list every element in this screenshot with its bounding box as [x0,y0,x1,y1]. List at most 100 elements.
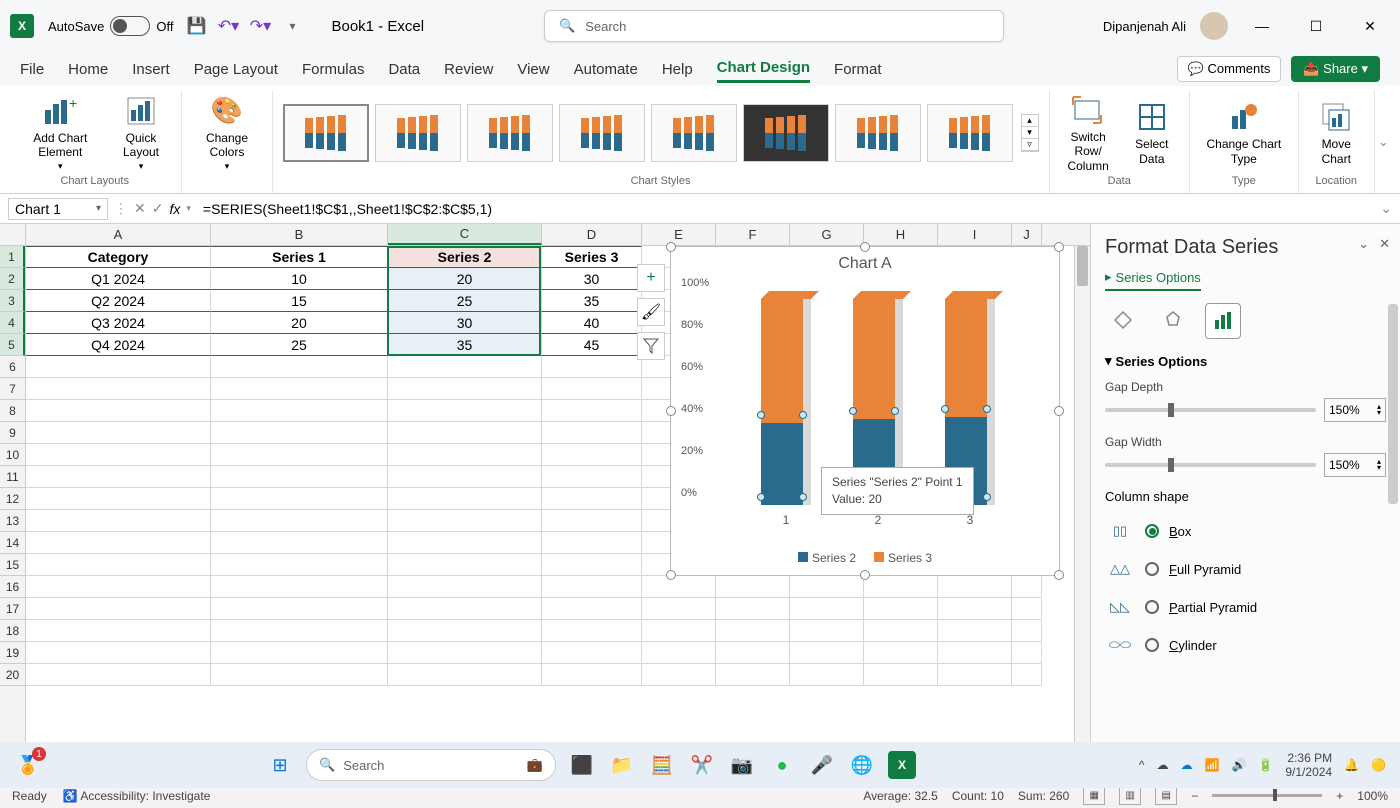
cell-B18[interactable] [211,620,388,642]
cell-A14[interactable] [26,532,211,554]
cell-F20[interactable] [716,664,790,686]
chart-styles-gallery[interactable] [283,104,1013,162]
copilot-icon[interactable]: 🟡 [1371,758,1386,772]
row-header-17[interactable]: 17 [0,598,25,620]
normal-view-button[interactable]: ▦ [1083,787,1105,805]
cell-A7[interactable] [26,378,211,400]
column-header-D[interactable]: D [542,224,642,245]
row-header-13[interactable]: 13 [0,510,25,532]
battery-icon[interactable]: 🔋 [1258,758,1273,772]
row-header-20[interactable]: 20 [0,664,25,686]
gap-width-input[interactable]: 150%▴▾ [1324,453,1386,477]
column-header-B[interactable]: B [211,224,388,245]
spreadsheet-grid[interactable]: ABCDEFGHIJ 12345678910111213141516171819… [0,224,1090,754]
ribbon-tab-formulas[interactable]: Formulas [302,57,365,82]
volume-icon[interactable]: 🔊 [1231,758,1246,772]
file-explorer-icon[interactable]: 📁 [608,751,636,779]
change-chart-type-button[interactable]: Change Chart Type [1200,97,1288,168]
cell-C16[interactable] [388,576,542,598]
cell-B10[interactable] [211,444,388,466]
cell-I16[interactable] [938,576,1012,598]
page-break-view-button[interactable]: ▤ [1155,787,1177,805]
row-header-6[interactable]: 6 [0,356,25,378]
ribbon-tab-automate[interactable]: Automate [574,57,638,82]
row-header-12[interactable]: 12 [0,488,25,510]
taskbar-search[interactable]: 🔍Search💼 [306,749,556,781]
cell-B11[interactable] [211,466,388,488]
cell-B9[interactable] [211,422,388,444]
column-header-G[interactable]: G [790,224,864,245]
cell-A17[interactable] [26,598,211,620]
maximize-button[interactable]: ☐ [1296,11,1336,41]
cell-A3[interactable]: Q2 2024 [26,290,211,312]
cell-D13[interactable] [542,510,642,532]
cell-B12[interactable] [211,488,388,510]
cancel-formula-icon[interactable]: ✕ [134,200,146,217]
cell-C18[interactable] [388,620,542,642]
fx-icon[interactable]: fx [169,201,180,217]
zoom-slider[interactable] [1212,794,1322,797]
cell-D8[interactable] [542,400,642,422]
excel-taskbar-icon[interactable]: X [888,751,916,779]
pane-options-icon[interactable]: ⌄ [1358,236,1369,252]
ribbon-tab-page-layout[interactable]: Page Layout [194,57,278,82]
page-layout-view-button[interactable]: ▥ [1119,787,1141,805]
name-box[interactable]: Chart 1▾ [8,198,108,220]
cell-D2[interactable]: 30 [542,268,642,290]
cell-J18[interactable] [1012,620,1042,642]
cell-J19[interactable] [1012,642,1042,664]
cell-E20[interactable] [642,664,716,686]
cell-D11[interactable] [542,466,642,488]
search-box[interactable]: 🔍 Search [544,10,1004,42]
cell-C6[interactable] [388,356,542,378]
cell-J20[interactable] [1012,664,1042,686]
cell-B4[interactable]: 20 [211,312,388,334]
snipping-tool-icon[interactable]: ✂️ [688,751,716,779]
ribbon-tab-view[interactable]: View [517,57,549,82]
change-colors-button[interactable]: 🎨 Change Colors▾ [192,91,261,175]
column-shape-option-box[interactable]: ▯▯Box [1105,512,1386,550]
taskbar-clock[interactable]: 2:36 PM 9/1/2024 [1285,751,1332,780]
row-header-2[interactable]: 2 [0,268,25,290]
cell-H17[interactable] [864,598,938,620]
cell-D1[interactable]: Series 3 [542,246,642,268]
autosave-switch[interactable] [110,16,150,36]
move-chart-button[interactable]: Move Chart [1309,97,1364,168]
formula-input[interactable]: =SERIES(Sheet1!$C$1,,Sheet1!$C$2:$C$5,1) [197,201,1374,217]
cloud-sync-icon[interactable]: ☁ [1181,758,1193,772]
pane-close-icon[interactable]: ✕ [1379,236,1390,252]
cell-E18[interactable] [642,620,716,642]
row-header-1[interactable]: 1 [0,246,25,268]
radio-button[interactable] [1145,562,1159,576]
ribbon-collapse-button[interactable]: ⌄ [1375,90,1392,193]
row-header-14[interactable]: 14 [0,532,25,554]
zoom-out-button[interactable]: − [1191,789,1198,803]
row-header-9[interactable]: 9 [0,422,25,444]
formula-bar-expand-icon[interactable]: ⌄ [1380,200,1392,217]
cell-D5[interactable]: 45 [542,334,642,356]
gap-depth-input[interactable]: 150%▴▾ [1324,398,1386,422]
cell-J16[interactable] [1012,576,1042,598]
column-header-I[interactable]: I [938,224,1012,245]
cell-J17[interactable] [1012,598,1042,620]
ribbon-tab-review[interactable]: Review [444,57,493,82]
cell-B8[interactable] [211,400,388,422]
cell-B3[interactable]: 15 [211,290,388,312]
mic-icon[interactable]: 🎤 [808,751,836,779]
cell-B17[interactable] [211,598,388,620]
cell-A9[interactable] [26,422,211,444]
taskbar-app-icon[interactable]: 🏅1 [14,751,42,779]
cell-G18[interactable] [790,620,864,642]
cell-A16[interactable] [26,576,211,598]
column-header-F[interactable]: F [716,224,790,245]
user-avatar[interactable] [1200,12,1228,40]
cell-B14[interactable] [211,532,388,554]
row-header-10[interactable]: 10 [0,444,25,466]
cell-B19[interactable] [211,642,388,664]
cell-C2[interactable]: 20 [388,268,542,290]
cell-I20[interactable] [938,664,1012,686]
cell-I17[interactable] [938,598,1012,620]
row-header-7[interactable]: 7 [0,378,25,400]
cell-C12[interactable] [388,488,542,510]
cell-A20[interactable] [26,664,211,686]
